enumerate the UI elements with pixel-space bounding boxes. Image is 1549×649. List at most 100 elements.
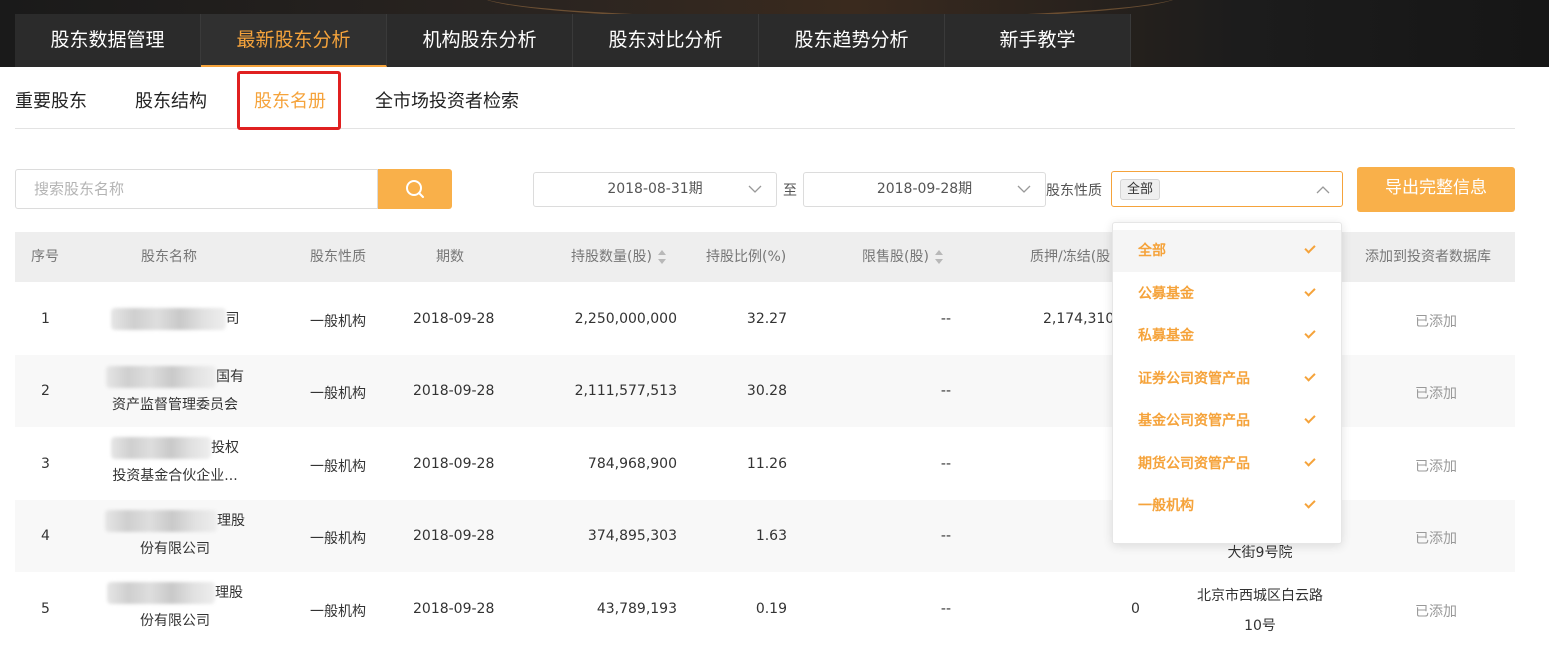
- name-line2: 份有限公司: [140, 541, 210, 557]
- end-period-select[interactable]: 2018-09-28期: [803, 172, 1046, 207]
- search-button[interactable]: [378, 169, 452, 209]
- row-address-line2: 10号: [1244, 618, 1276, 634]
- subtab-shareholder-structure[interactable]: 股东结构: [135, 87, 207, 113]
- option-label: 全部: [1138, 243, 1166, 259]
- option-futures-asset-mgmt[interactable]: 期货公司资管产品: [1113, 443, 1341, 485]
- shareholder-name[interactable]: 司: [95, 305, 255, 333]
- check-icon: [1304, 242, 1316, 254]
- row-nature: 一般机构: [310, 459, 366, 475]
- row-period: 2018-09-28: [413, 601, 495, 617]
- name-line2: 投资基金合伙企业...: [112, 468, 238, 484]
- row-shares: 2,250,000,000: [574, 311, 677, 327]
- option-label: 证券公司资管产品: [1138, 371, 1250, 387]
- sort-icon[interactable]: [657, 250, 667, 264]
- sort-icon[interactable]: [934, 250, 944, 264]
- option-fund-asset-mgmt[interactable]: 基金公司资管产品: [1113, 400, 1341, 442]
- end-period-value: 2018-09-28期: [876, 181, 973, 197]
- check-icon: [1304, 285, 1316, 297]
- shareholder-nature-select[interactable]: 全部: [1111, 171, 1343, 207]
- row-pledged: 0: [1131, 601, 1140, 617]
- col-pledged: 质押/冻结(股: [1030, 249, 1111, 265]
- redacted-name: [111, 437, 211, 459]
- redacted-name: [107, 582, 215, 604]
- row-ratio: 0.19: [755, 601, 787, 617]
- shareholder-name[interactable]: 理股 份有限公司: [95, 507, 255, 563]
- row-nature: 一般机构: [310, 314, 366, 330]
- row-index: 1: [41, 311, 50, 327]
- subtab-major-shareholders[interactable]: 重要股东: [15, 87, 87, 113]
- option-private-fund[interactable]: 私募基金: [1113, 315, 1341, 357]
- row-restricted: --: [940, 528, 951, 544]
- chevron-down-icon: [748, 185, 762, 193]
- row-restricted: --: [940, 601, 951, 617]
- tab-shareholder-comparison[interactable]: 股东对比分析: [573, 14, 759, 67]
- added-status[interactable]: 已添加: [1365, 311, 1507, 331]
- export-button[interactable]: 导出完整信息: [1357, 167, 1515, 212]
- row-shares: 2,111,577,513: [574, 383, 677, 399]
- added-status[interactable]: 已添加: [1365, 528, 1507, 548]
- redacted-name: [110, 308, 226, 330]
- name-line1: 理股: [215, 585, 243, 601]
- tab-shareholder-data-management[interactable]: 股东数据管理: [15, 14, 201, 67]
- col-name: 股东名称: [141, 249, 197, 265]
- added-status[interactable]: 已添加: [1365, 601, 1507, 621]
- row-ratio: 11.26: [746, 456, 787, 472]
- col-nature: 股东性质: [310, 249, 366, 265]
- added-status[interactable]: 已添加: [1365, 383, 1507, 403]
- row-period: 2018-09-28: [413, 456, 495, 472]
- row-index: 4: [41, 528, 50, 544]
- redacted-name: [105, 510, 217, 532]
- search-input[interactable]: [15, 169, 378, 209]
- top-nav-bar: 股东数据管理 最新股东分析 机构股东分析 股东对比分析 股东趋势分析 新手教学: [0, 0, 1549, 67]
- row-index: 2: [41, 383, 50, 399]
- shareholder-name[interactable]: 理股 份有限公司: [95, 579, 255, 635]
- check-icon: [1304, 327, 1316, 339]
- name-line1: 理股: [217, 513, 245, 529]
- row-address: 大街9号院: [1227, 545, 1293, 561]
- chevron-down-icon: [1017, 185, 1031, 193]
- selected-tag[interactable]: 全部: [1120, 179, 1161, 200]
- option-all[interactable]: 全部: [1113, 230, 1341, 272]
- name-line1: 投权: [211, 440, 239, 456]
- check-icon: [1304, 370, 1316, 382]
- col-restricted[interactable]: 限售股(股): [862, 232, 944, 282]
- col-period: 期数: [436, 249, 464, 265]
- row-pledged: 2,174,310: [1043, 311, 1115, 327]
- row-ratio: 1.63: [755, 528, 787, 544]
- row-restricted: --: [940, 311, 951, 327]
- tab-institutional-shareholder-analysis[interactable]: 机构股东分析: [387, 14, 573, 67]
- date-range-separator: 至: [783, 183, 797, 199]
- table-row: 5 理股 份有限公司 一般机构 2018-09-28 43,789,193 0.…: [15, 573, 1515, 645]
- tab-latest-shareholder-analysis[interactable]: 最新股东分析: [201, 14, 387, 67]
- row-shares: 784,968,900: [587, 456, 677, 472]
- row-restricted: --: [940, 383, 951, 399]
- option-label: 私募基金: [1138, 328, 1194, 344]
- row-nature: 一般机构: [310, 531, 366, 547]
- shareholder-name[interactable]: 投权 投资基金合伙企业...: [95, 434, 255, 490]
- row-ratio: 32.27: [746, 311, 787, 327]
- row-nature: 一般机构: [310, 604, 366, 620]
- subtab-investor-search[interactable]: 全市场投资者检索: [375, 87, 519, 113]
- row-nature: 一般机构: [310, 386, 366, 402]
- col-shares[interactable]: 持股数量(股): [571, 232, 667, 282]
- option-label: 基金公司资管产品: [1138, 413, 1250, 429]
- added-status[interactable]: 已添加: [1365, 456, 1507, 476]
- start-period-value: 2018-08-31期: [607, 181, 703, 197]
- row-shares: 374,895,303: [587, 528, 677, 544]
- shareholder-nature-dropdown: 全部 公募基金 私募基金 证券公司资管产品 基金公司资管产品 期货公司资管产品 …: [1112, 222, 1342, 544]
- option-general-institution[interactable]: 一般机构: [1113, 485, 1341, 527]
- start-period-select[interactable]: 2018-08-31期: [533, 172, 777, 207]
- option-securities-asset-mgmt[interactable]: 证券公司资管产品: [1113, 358, 1341, 400]
- row-address-line1: 北京市西城区白云路: [1197, 588, 1323, 604]
- tab-shareholder-trend[interactable]: 股东趋势分析: [759, 14, 945, 67]
- row-shares: 43,789,193: [596, 601, 677, 617]
- shareholder-name[interactable]: 国有 资产监督管理委员会: [95, 363, 255, 419]
- row-period: 2018-09-28: [413, 383, 495, 399]
- check-icon: [1304, 412, 1316, 424]
- option-label: 一般机构: [1138, 498, 1194, 514]
- row-period: 2018-09-28: [413, 311, 495, 327]
- col-restricted-label: 限售股(股): [862, 249, 929, 265]
- tab-beginner-tutorial[interactable]: 新手教学: [945, 14, 1131, 67]
- col-index: 序号: [31, 249, 59, 265]
- option-public-fund[interactable]: 公募基金: [1113, 273, 1341, 315]
